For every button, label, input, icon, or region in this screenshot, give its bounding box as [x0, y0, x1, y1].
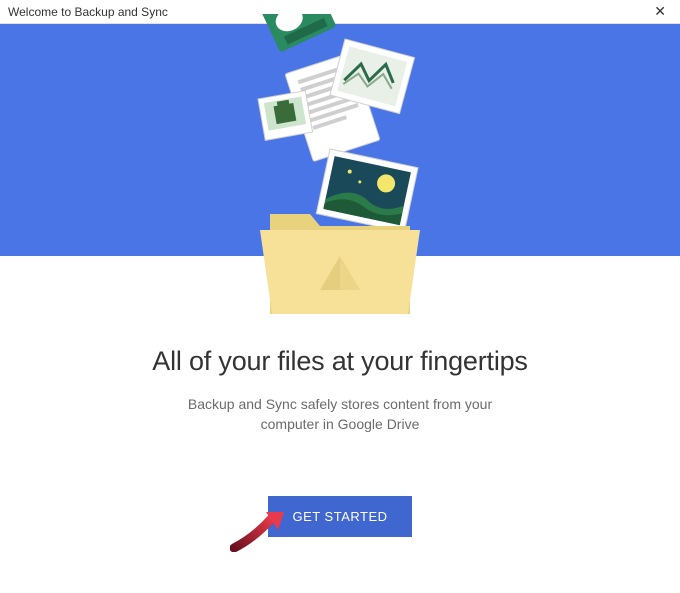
- illustration-documents-folder: [200, 14, 480, 314]
- headline: All of your files at your fingertips: [0, 346, 680, 377]
- hero-banner: [0, 24, 680, 256]
- window-title: Welcome to Backup and Sync: [8, 5, 168, 19]
- subtext-line-2: computer in Google Drive: [261, 416, 420, 432]
- subtext: Backup and Sync safely stores content fr…: [0, 395, 680, 434]
- subtext-line-1: Backup and Sync safely stores content fr…: [188, 396, 492, 412]
- cta-wrap: GET STARTED: [0, 496, 680, 537]
- close-button[interactable]: ✕: [648, 3, 672, 20]
- get-started-button[interactable]: GET STARTED: [268, 496, 411, 537]
